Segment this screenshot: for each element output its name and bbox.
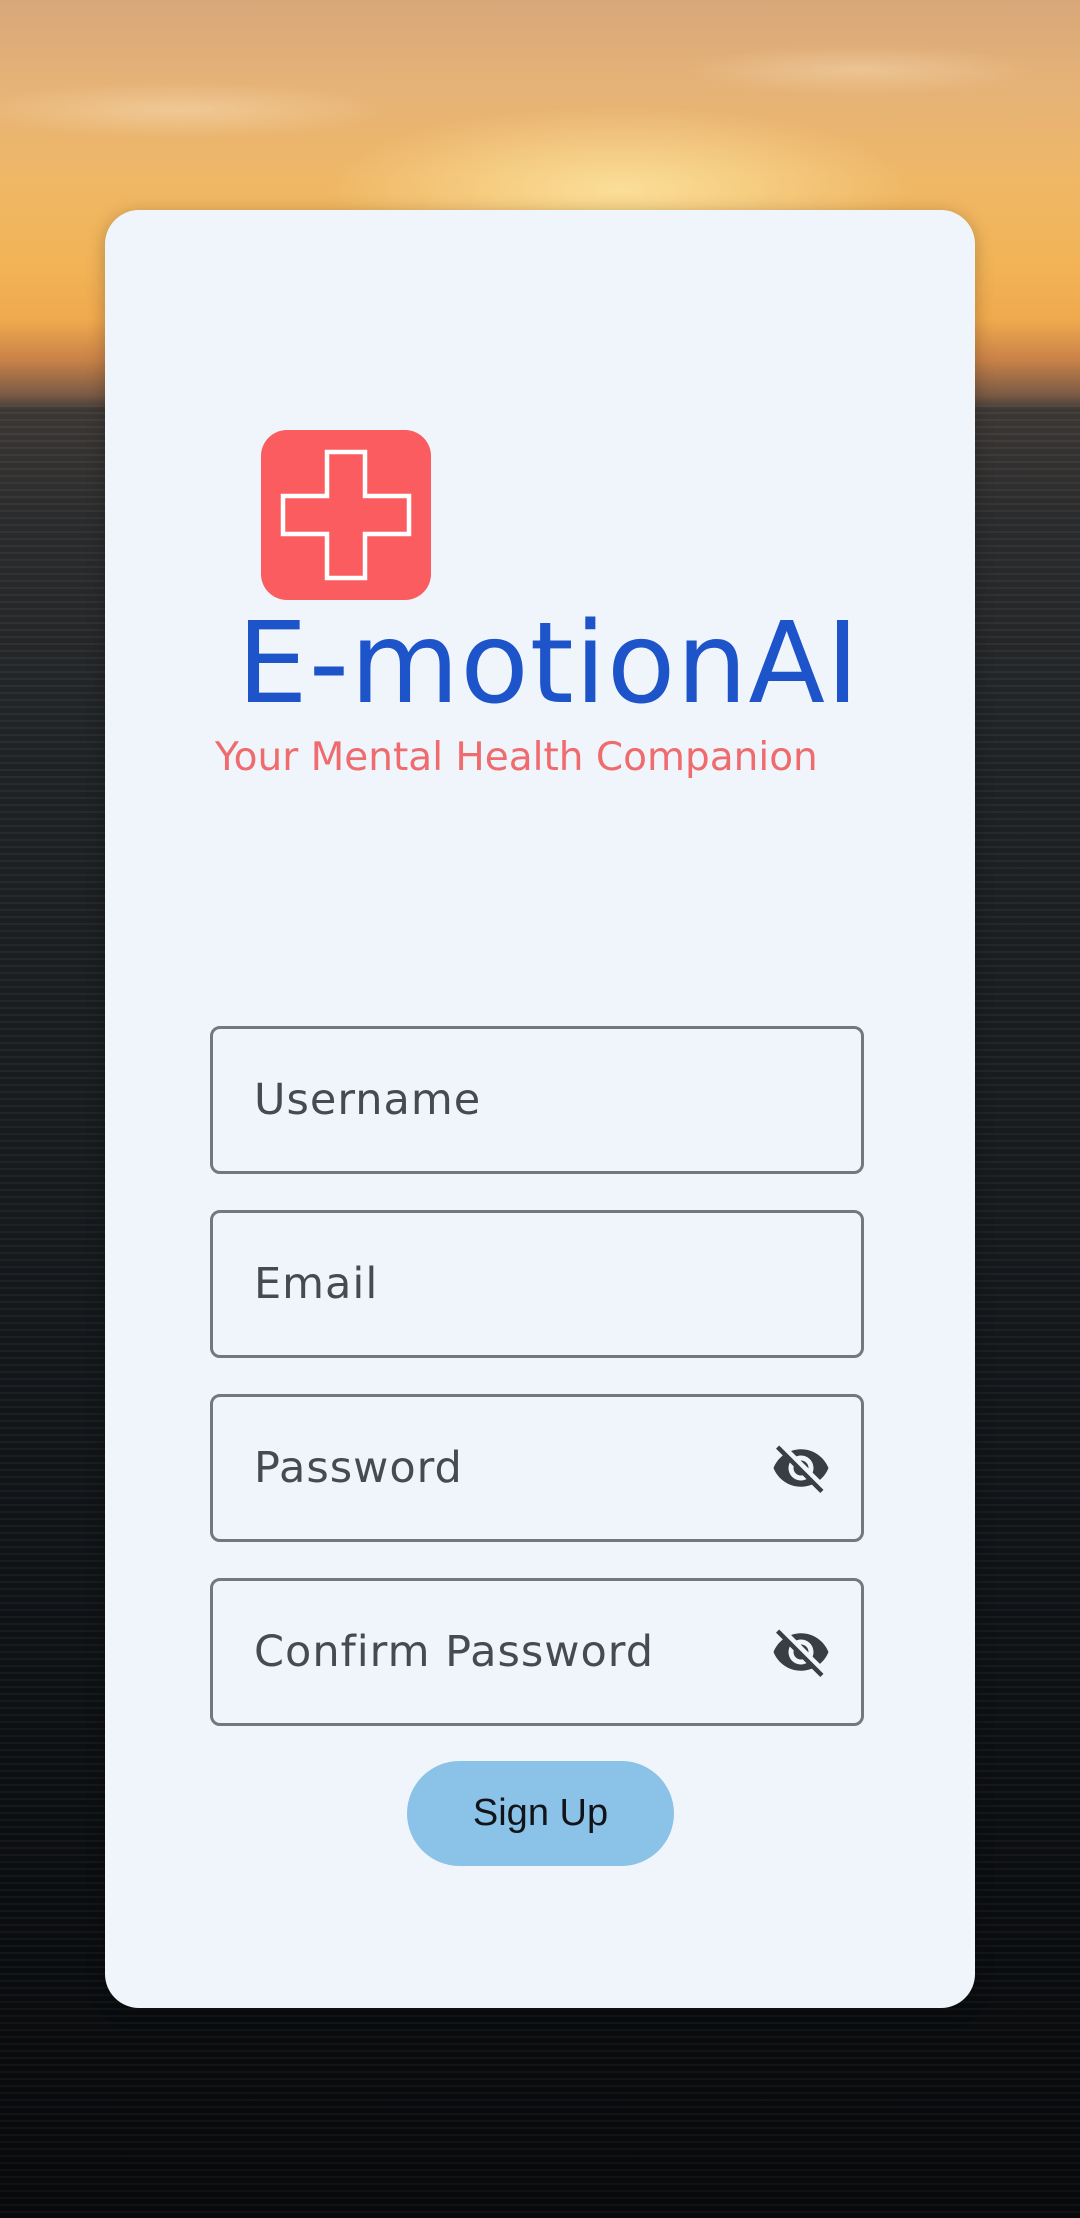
signup-card: E-motionAI Your Mental Health Companion …: [105, 210, 975, 2008]
username-field[interactable]: [210, 1026, 864, 1174]
email-input[interactable]: [213, 1213, 861, 1355]
visibility-off-icon[interactable]: [771, 1622, 831, 1682]
password-input[interactable]: [213, 1397, 861, 1539]
visibility-off-icon[interactable]: [771, 1438, 831, 1498]
password-field[interactable]: [210, 1394, 864, 1542]
medical-cross-icon: [280, 449, 412, 581]
sign-up-button[interactable]: Sign Up: [407, 1761, 674, 1866]
app-logo: [261, 430, 431, 600]
confirm-password-field[interactable]: [210, 1578, 864, 1726]
brand-tagline: Your Mental Health Companion: [215, 735, 818, 780]
confirm-password-input[interactable]: [213, 1581, 861, 1723]
username-input[interactable]: [213, 1029, 861, 1171]
email-field[interactable]: [210, 1210, 864, 1358]
brand-name: E-motionAI: [237, 599, 860, 729]
